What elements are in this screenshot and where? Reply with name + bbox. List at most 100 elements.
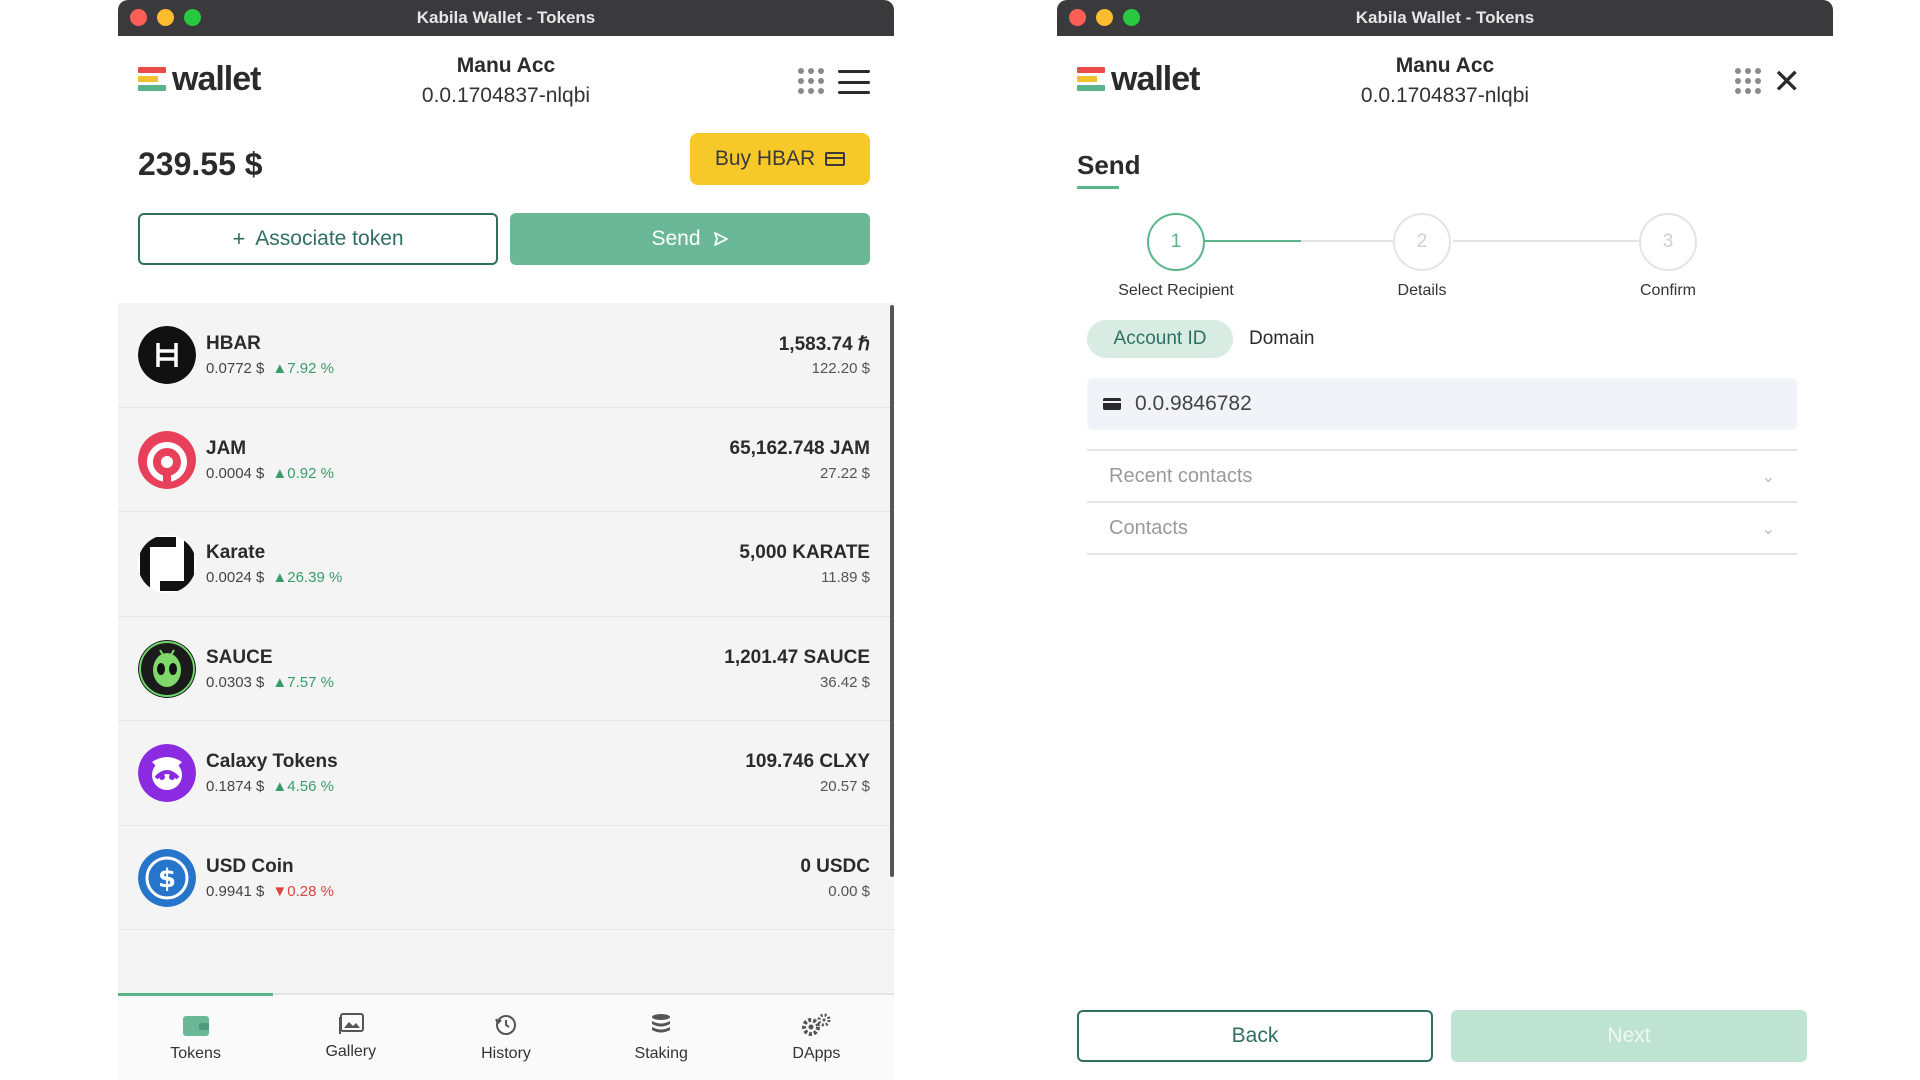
stepper: 1 2 3 Select Recipient Details Confirm bbox=[1057, 198, 1833, 316]
history-icon bbox=[495, 1015, 516, 1035]
zoom-window-button[interactable] bbox=[184, 9, 201, 26]
triangle-up-icon: ▲ bbox=[272, 464, 288, 482]
nav-tokens[interactable]: Tokens bbox=[118, 995, 273, 1080]
token-name: Karate bbox=[206, 542, 266, 563]
step-1-label: Select Recipient bbox=[1118, 282, 1234, 299]
divider bbox=[1087, 553, 1797, 555]
token-name: HBAR bbox=[206, 333, 261, 354]
minimize-window-button[interactable] bbox=[1096, 9, 1113, 26]
recipient-type-tabs: Account ID Domain bbox=[1057, 316, 1833, 372]
send-header: Send bbox=[1057, 128, 1833, 198]
nav-gallery[interactable]: Gallery bbox=[273, 995, 428, 1080]
close-icon[interactable]: ✕ bbox=[1773, 65, 1802, 99]
token-price-row: 0.0303 $ ▲7.57 % bbox=[206, 674, 334, 691]
token-change: ▲26.39 % bbox=[272, 569, 343, 586]
token-change: ▲0.92 % bbox=[272, 464, 334, 482]
token-row[interactable]: JAM 0.0004 $ ▲0.92 % 65,162.748 JAM 27.22 $ bbox=[118, 408, 894, 512]
token-row[interactable]: HBAR 0.0772 $ ▲7.92 % 1,583.74 ℏ 122.20 $ bbox=[118, 303, 894, 408]
recent-contacts-dropdown[interactable]: Recent contacts ⌄ bbox=[1087, 449, 1797, 502]
send-arrow-icon bbox=[713, 232, 728, 246]
token-list[interactable]: HBAR 0.0772 $ ▲7.92 % 1,583.74 ℏ 122.20 $ JAM… bbox=[118, 303, 894, 993]
associate-token-button[interactable]: + Associate token bbox=[138, 213, 498, 265]
token-change: ▼0.28 % bbox=[272, 882, 334, 900]
account-id: 0.0.1704837-nlqbi bbox=[1360, 84, 1530, 107]
active-tab-indicator bbox=[118, 993, 273, 996]
token-price-row: 0.9941 $ ▼0.28 % bbox=[206, 883, 334, 900]
close-window-button[interactable] bbox=[130, 9, 147, 26]
gallery-icon bbox=[338, 1013, 364, 1034]
calaxy-icon bbox=[138, 744, 196, 802]
account-id: 0.0.1704837-nlqbi bbox=[421, 84, 591, 107]
scrollbar[interactable] bbox=[890, 305, 894, 877]
token-name: JAM bbox=[206, 437, 247, 459]
triangle-up-icon: ▲ bbox=[272, 569, 288, 586]
token-price: 0.9941 $ bbox=[206, 882, 265, 900]
account-info[interactable]: Manu Acc 0.0.1704837-nlqbi bbox=[118, 54, 894, 108]
title-bar: Kabila Wallet - Tokens bbox=[118, 0, 894, 36]
bottom-nav: Tokens Gallery History Staking DApps bbox=[118, 993, 894, 1080]
wallet-icon bbox=[182, 1016, 209, 1036]
token-amount: 109.746 CLXY bbox=[745, 751, 870, 772]
wallet-card-icon bbox=[1103, 398, 1121, 410]
dapps-icon bbox=[802, 1013, 831, 1036]
minimize-window-button[interactable] bbox=[157, 9, 174, 26]
app-header: wallet Manu Acc 0.0.1704837-nlqbi bbox=[118, 36, 894, 128]
token-row[interactable]: SAUCE 0.0303 $ ▲7.57 % 1,201.47 SAUCE 36.42 … bbox=[118, 617, 894, 721]
triangle-up-icon: ▲ bbox=[272, 778, 288, 795]
apps-grid-icon[interactable] bbox=[1735, 68, 1761, 94]
window-title: Kabila Wallet - Tokens bbox=[1355, 8, 1535, 27]
token-price: 0.1874 $ bbox=[206, 778, 265, 795]
zoom-window-button[interactable] bbox=[1123, 9, 1140, 26]
chevron-down-icon: ⌄ bbox=[1761, 467, 1775, 486]
triangle-up-icon: ▲ bbox=[272, 673, 288, 691]
token-price: 0.0772 $ bbox=[206, 360, 265, 377]
page-title: Send bbox=[1077, 150, 1141, 180]
token-usd-value: 11.89 $ bbox=[821, 569, 870, 586]
account-name: Manu Acc bbox=[456, 54, 556, 77]
recipient-input[interactable]: 0.0.9846782 bbox=[1087, 378, 1797, 430]
token-change: ▲7.92 % bbox=[272, 360, 334, 377]
token-price: 0.0303 $ bbox=[206, 673, 265, 691]
token-usd-value: 0.00 $ bbox=[828, 882, 870, 900]
token-price-row: 0.0772 $ ▲7.92 % bbox=[206, 360, 334, 377]
nav-staking[interactable]: Staking bbox=[584, 995, 739, 1080]
buy-hbar-button[interactable]: Buy HBAR bbox=[690, 133, 870, 185]
token-price: 0.0004 $ bbox=[206, 464, 265, 482]
token-amount: 0 USDC bbox=[800, 855, 870, 877]
token-amount: 5,000 KARATE bbox=[739, 542, 870, 563]
hamburger-menu-icon[interactable] bbox=[838, 70, 870, 94]
step-1-circle: 1 bbox=[1147, 213, 1205, 271]
send-window: Kabila Wallet - Tokens wallet Manu Acc 0… bbox=[1057, 0, 1833, 1080]
traffic-lights bbox=[130, 9, 201, 26]
close-window-button[interactable] bbox=[1069, 9, 1086, 26]
step-3-circle: 3 bbox=[1639, 213, 1697, 271]
credit-card-icon bbox=[825, 152, 846, 166]
token-row[interactable]: Karate 0.0024 $ ▲26.39 % 5,000 KARATE 11.89 … bbox=[118, 512, 894, 617]
token-price-row: 0.0004 $ ▲0.92 % bbox=[206, 465, 334, 482]
tab-account-id[interactable]: Account ID bbox=[1087, 320, 1233, 358]
contacts-dropdown[interactable]: Contacts ⌄ bbox=[1087, 501, 1797, 554]
traffic-lights bbox=[1069, 9, 1140, 26]
step-line bbox=[1301, 240, 1397, 242]
recipient-value: 0.0.9846782 bbox=[1135, 392, 1252, 415]
balance-row: 239.55 $ Buy HBAR bbox=[118, 128, 894, 210]
token-amount: 1,201.47 SAUCE bbox=[724, 646, 870, 668]
token-row[interactable]: $ USD Coin 0.9941 $ ▼0.28 % 0 USDC 0.00 $ bbox=[118, 826, 894, 930]
step-line bbox=[1453, 240, 1639, 242]
token-usd-value: 36.42 $ bbox=[819, 673, 870, 691]
nav-history[interactable]: History bbox=[428, 995, 583, 1080]
send-button[interactable]: Send bbox=[510, 213, 870, 265]
next-button[interactable]: Next bbox=[1451, 1010, 1807, 1062]
token-change: ▲4.56 % bbox=[272, 778, 334, 795]
back-button[interactable]: Back bbox=[1077, 1010, 1433, 1062]
app-header: wallet Manu Acc 0.0.1704837-nlqbi ✕ bbox=[1057, 36, 1833, 128]
apps-grid-icon[interactable] bbox=[798, 68, 824, 94]
tab-domain[interactable]: Domain bbox=[1249, 320, 1314, 358]
step-2-label: Details bbox=[1397, 282, 1447, 299]
token-row[interactable]: Calaxy Tokens 0.1874 $ ▲4.56 % 109.746 CLXY… bbox=[118, 721, 894, 826]
nav-dapps[interactable]: DApps bbox=[739, 995, 894, 1080]
token-usd-value: 122.20 $ bbox=[811, 360, 870, 377]
token-usd-value: 20.57 $ bbox=[819, 778, 870, 795]
triangle-up-icon: ▲ bbox=[272, 360, 288, 377]
account-info[interactable]: Manu Acc 0.0.1704837-nlqbi bbox=[1057, 54, 1833, 108]
